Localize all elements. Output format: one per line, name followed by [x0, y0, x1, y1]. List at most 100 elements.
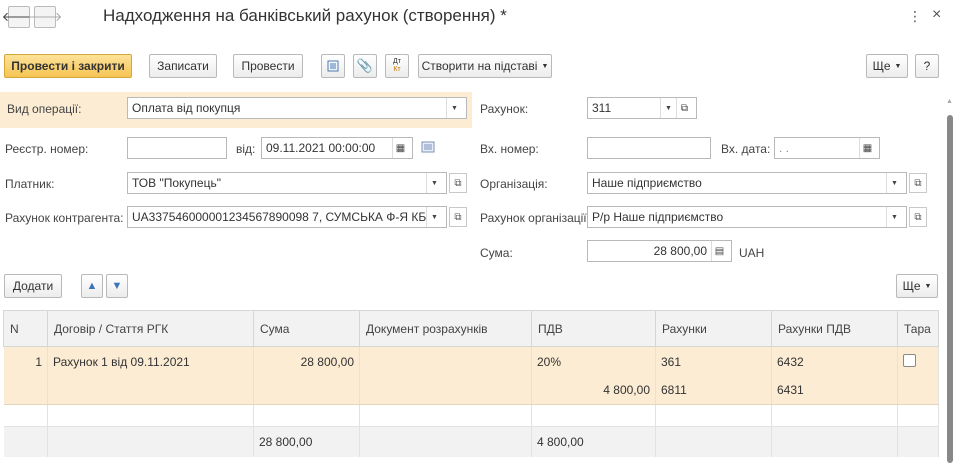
chevron-down-icon[interactable]: ▼	[660, 98, 676, 118]
save-button[interactable]: Записати	[149, 54, 217, 78]
open-icon[interactable]: ⧉	[676, 98, 692, 118]
col-header-n[interactable]: N	[3, 310, 48, 347]
cell-empty	[897, 376, 939, 405]
account-label: Рахунок:	[480, 102, 529, 116]
date-value: 09.11.2021 00:00:00	[266, 141, 376, 155]
attach-button[interactable]: 📎	[353, 54, 377, 78]
forward-button[interactable]: 🡒	[28, 6, 62, 28]
cell-accounts-1[interactable]: 361	[655, 346, 772, 377]
sum-value: 28 800,00	[653, 244, 707, 258]
open-counterparty-account-icon[interactable]: ⧉	[449, 207, 467, 227]
calendar-icon[interactable]: ▦	[859, 138, 875, 158]
add-row-button[interactable]: Додати	[4, 274, 62, 298]
footer-sum: 28 800,00	[253, 426, 360, 457]
col-header-accounts[interactable]: Рахунки	[655, 310, 772, 347]
table-row-sub[interactable]: 4 800,00 6811 6431	[3, 376, 939, 405]
organization-value: Наше підприємство	[592, 176, 702, 190]
dt-kt-icon-bottom: Кт	[393, 66, 401, 73]
table-more-label: Ще	[902, 279, 921, 293]
table-footer-row: 28 800,00 4 800,00	[3, 426, 939, 457]
operation-type-value: Оплата від покупця	[132, 101, 241, 115]
chevron-down-icon: ▼	[924, 282, 932, 290]
table-header-row: N Договір / Стаття РГК Сума Документ роз…	[3, 310, 939, 347]
col-header-vat-accounts[interactable]: Рахунки ПДВ	[771, 310, 898, 347]
move-up-button[interactable]: ▲	[81, 274, 103, 298]
chevron-down-icon[interactable]: ▼	[446, 98, 462, 118]
post-button[interactable]: Провести	[233, 54, 303, 78]
chevron-down-icon[interactable]: ▼	[426, 207, 442, 227]
account-select[interactable]: 311 ▼ ⧉	[587, 97, 697, 119]
create-based-on-button[interactable]: Створити на підставі ▼	[418, 54, 552, 78]
structure-icon	[327, 60, 339, 72]
more-menu-icon[interactable]: ⋮	[908, 8, 922, 25]
open-organization-icon[interactable]: ⧉	[909, 173, 927, 193]
document-icon[interactable]	[421, 140, 435, 157]
help-button[interactable]: ?	[915, 54, 939, 78]
structure-button[interactable]	[321, 54, 345, 78]
organization-select[interactable]: Наше підприємство ▼	[587, 172, 907, 194]
table-row[interactable]: 1 Рахунок 1 від 09.11.2021 28 800,00 20%…	[3, 346, 939, 377]
scroll-up-icon[interactable]: ▲	[946, 98, 953, 105]
cell-vat-sum[interactable]: 4 800,00	[531, 376, 656, 405]
page-title: Надходження на банківський рахунок (ство…	[103, 6, 507, 25]
sum-input[interactable]: 28 800,00 ▤	[587, 240, 732, 262]
col-header-contract[interactable]: Договір / Стаття РГК	[47, 310, 254, 347]
account-value: 311	[592, 101, 612, 115]
vertical-scrollbar[interactable]	[947, 115, 953, 463]
organization-label: Організація:	[480, 177, 548, 191]
cell-document[interactable]	[359, 346, 532, 377]
in-date-input[interactable]: . . ▦	[774, 137, 880, 159]
cell-tara[interactable]	[897, 346, 939, 377]
chevron-down-icon: ▼	[541, 62, 549, 70]
col-header-tara[interactable]: Тара	[897, 310, 939, 347]
in-number-input[interactable]	[587, 137, 711, 159]
cell-vat-rate[interactable]: 20%	[531, 346, 656, 377]
footer-vat: 4 800,00	[531, 426, 656, 457]
table-empty-row	[3, 404, 939, 427]
move-down-button[interactable]: ▼	[106, 274, 128, 298]
operation-type-select[interactable]: Оплата від покупця ▼	[127, 97, 467, 119]
col-header-vat[interactable]: ПДВ	[531, 310, 656, 347]
payments-table: N Договір / Стаття РГК Сума Документ роз…	[3, 310, 939, 457]
counterparty-account-select[interactable]: UA337546000001234567890098 7, СУМСЬКА Ф-…	[127, 206, 447, 228]
counterparty-account-value: UA337546000001234567890098 7, СУМСЬКА Ф-…	[132, 210, 426, 224]
operation-type-label: Вид операції:	[7, 102, 82, 116]
cell-accounts-2[interactable]: 6811	[655, 376, 772, 405]
post-and-close-button[interactable]: Провести і закрити	[4, 54, 132, 78]
calculator-icon[interactable]: ▤	[711, 241, 727, 261]
arrow-down-icon: ▼	[111, 280, 123, 292]
cell-n[interactable]: 1	[3, 346, 48, 377]
cell-vat-accounts-2[interactable]: 6431	[771, 376, 898, 405]
more-button[interactable]: Ще ▼	[866, 54, 908, 78]
calendar-icon[interactable]: ▦	[392, 138, 408, 158]
in-date-label: Вх. дата:	[721, 142, 771, 156]
reg-number-input[interactable]	[127, 137, 227, 159]
date-input[interactable]: 09.11.2021 00:00:00 ▦	[261, 137, 413, 159]
chevron-down-icon[interactable]: ▼	[886, 207, 902, 227]
cell-vat-accounts-1[interactable]: 6432	[771, 346, 898, 377]
cell-sum[interactable]: 28 800,00	[253, 346, 360, 377]
table-more-button[interactable]: Ще ▼	[896, 274, 938, 298]
chevron-down-icon[interactable]: ▼	[886, 173, 902, 193]
close-icon[interactable]: ×	[932, 6, 941, 24]
chevron-down-icon: ▼	[894, 62, 902, 70]
cell-contract[interactable]: Рахунок 1 від 09.11.2021	[47, 346, 254, 377]
col-header-document[interactable]: Документ розрахунків	[359, 310, 532, 347]
cell-empty	[359, 376, 532, 405]
counterparty-account-label: Рахунок контрагента:	[5, 211, 124, 225]
org-account-select[interactable]: Р/р Наше підприємство ▼	[587, 206, 907, 228]
dt-kt-button[interactable]: Дт Кт	[385, 54, 409, 78]
org-account-value: Р/р Наше підприємство	[592, 210, 724, 224]
payer-select[interactable]: ТОВ "Покупець" ▼	[127, 172, 447, 194]
tara-checkbox[interactable]	[903, 353, 916, 367]
payer-value: ТОВ "Покупець"	[132, 176, 221, 190]
col-header-sum[interactable]: Сума	[253, 310, 360, 347]
paperclip-icon: 📎	[356, 58, 374, 73]
org-account-label: Рахунок організації:	[480, 211, 590, 225]
cell-empty	[3, 376, 48, 405]
chevron-down-icon[interactable]: ▼	[426, 173, 442, 193]
payer-label: Платник:	[5, 177, 55, 191]
open-payer-icon[interactable]: ⧉	[449, 173, 467, 193]
more-label: Ще	[872, 59, 891, 73]
open-org-account-icon[interactable]: ⧉	[909, 207, 927, 227]
